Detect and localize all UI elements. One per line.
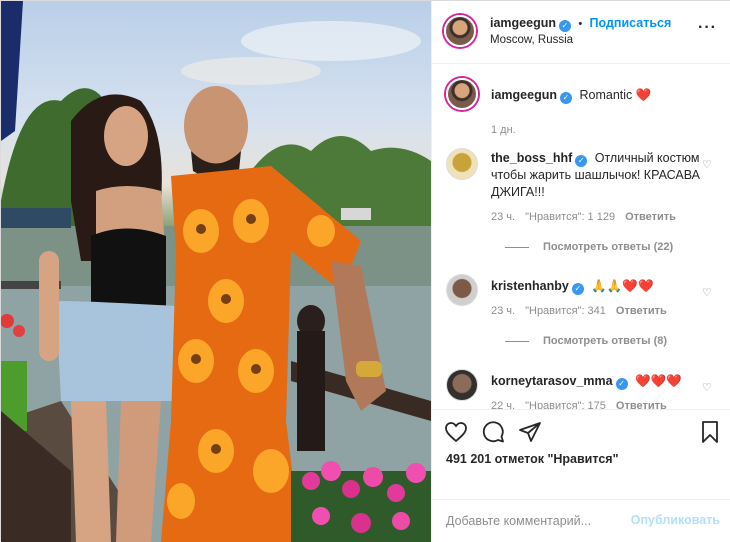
comment-meta: 23 ч. "Нравится": 341 Ответить xyxy=(491,305,667,317)
caption-time[interactable]: 1 дн. xyxy=(491,124,516,136)
comment-avatar[interactable] xyxy=(446,369,478,401)
verified-badge-icon: ✓ xyxy=(560,92,572,104)
comment-username[interactable]: kristenhanby xyxy=(491,279,569,293)
comments-list: iamgeegun ✓ Romantic ❤️ 1 дн. the_boss_hh… xyxy=(432,64,730,409)
comment-text: ❤️❤️❤️ xyxy=(635,374,682,388)
bookmark-icon[interactable] xyxy=(698,420,722,444)
caption-username[interactable]: iamgeegun xyxy=(491,88,557,102)
author-line: iamgeegun ✓ • Подписаться xyxy=(490,16,671,32)
view-replies-button[interactable]: Посмотреть ответы (8) xyxy=(506,335,667,347)
comment-username[interactable]: the_boss_hhf xyxy=(491,151,572,165)
comment-likes[interactable]: "Нравится": 341 xyxy=(525,305,606,317)
reply-button[interactable]: Ответить xyxy=(616,400,667,409)
heart-emoji: ❤️ xyxy=(635,88,652,102)
follow-button[interactable]: Подписаться xyxy=(590,16,672,30)
comment-avatar[interactable] xyxy=(446,148,478,180)
comment-body: the_boss_hhf ✓ Отличный костюм чтобы жари… xyxy=(491,150,701,201)
add-comment-bar: Добавьте комментарий... Опубликовать xyxy=(432,499,730,542)
location-link[interactable]: Moscow, Russia xyxy=(490,34,573,46)
send-icon[interactable] xyxy=(518,420,542,444)
comment-likes[interactable]: "Нравится": 175 xyxy=(525,400,606,409)
reply-button[interactable]: Ответить xyxy=(616,305,667,317)
verified-badge-icon: ✓ xyxy=(559,20,571,32)
comment-input[interactable]: Добавьте комментарий... xyxy=(446,514,591,528)
comment-item: korneytarasov_mma ✓ ❤️❤️❤️ ♡ 22 ч. "Нравит… xyxy=(446,369,718,409)
comment-meta: 23 ч. "Нравится": 1 129 Ответить xyxy=(491,211,676,223)
caption-avatar[interactable] xyxy=(446,78,478,110)
separator-dot: • xyxy=(578,18,583,30)
caption-body: iamgeegun ✓ Romantic ❤️ xyxy=(491,87,701,104)
comment-like-heart-icon[interactable]: ♡ xyxy=(702,286,714,299)
comment-like-heart-icon[interactable]: ♡ xyxy=(702,381,714,394)
verified-badge-icon: ✓ xyxy=(571,283,584,295)
comment-icon[interactable] xyxy=(481,420,505,444)
likes-count[interactable]: 491 201 отметок "Нравится" xyxy=(446,452,619,466)
comment-likes[interactable]: "Нравится": 1 129 xyxy=(525,211,615,223)
caption-text: Romantic xyxy=(579,88,633,102)
comment-like-heart-icon[interactable]: ♡ xyxy=(702,158,714,171)
heart-icon[interactable] xyxy=(444,420,468,444)
reply-button[interactable]: Ответить xyxy=(625,211,676,223)
comment-username[interactable]: korneytarasov_mma xyxy=(491,374,613,388)
comment-item: kristenhanby ✓ 🙏🙏❤️❤️ ♡ 23 ч. "Нравится": … xyxy=(446,274,718,359)
photo-illustration xyxy=(1,1,431,542)
verified-badge-icon: ✓ xyxy=(575,155,588,167)
comment-avatar[interactable] xyxy=(446,274,478,306)
comment-time[interactable]: 22 ч. xyxy=(491,400,515,409)
comment-item: the_boss_hhf ✓ Отличный костюм чтобы жари… xyxy=(446,148,718,258)
more-horizontal-icon[interactable]: ··· xyxy=(698,20,717,36)
author-username[interactable]: iamgeegun xyxy=(490,16,556,30)
post-photo[interactable] xyxy=(1,1,431,542)
comment-body: korneytarasov_mma ✓ ❤️❤️❤️ xyxy=(491,373,701,390)
post-header: iamgeegun ✓ • Подписаться Moscow, Russia … xyxy=(432,1,730,64)
comment-time[interactable]: 23 ч. xyxy=(491,211,515,223)
post-container: iamgeegun ✓ • Подписаться Moscow, Russia … xyxy=(0,0,730,542)
view-replies-button[interactable]: Посмотреть ответы (22) xyxy=(506,241,673,253)
verified-badge-icon: ✓ xyxy=(615,378,628,390)
post-actions: 491 201 отметок "Нравится" xyxy=(432,409,730,499)
comment-body: kristenhanby ✓ 🙏🙏❤️❤️ xyxy=(491,278,701,295)
comment-meta: 22 ч. "Нравится": 175 Ответить xyxy=(491,400,667,409)
post-side-panel: iamgeegun ✓ • Подписаться Moscow, Russia … xyxy=(431,1,730,542)
caption: iamgeegun ✓ Romantic ❤️ 1 дн. xyxy=(446,78,718,138)
comment-text: 🙏🙏❤️❤️ xyxy=(591,279,654,293)
author-avatar[interactable] xyxy=(444,15,476,47)
comment-time[interactable]: 23 ч. xyxy=(491,305,515,317)
publish-button[interactable]: Опубликовать xyxy=(631,513,720,527)
